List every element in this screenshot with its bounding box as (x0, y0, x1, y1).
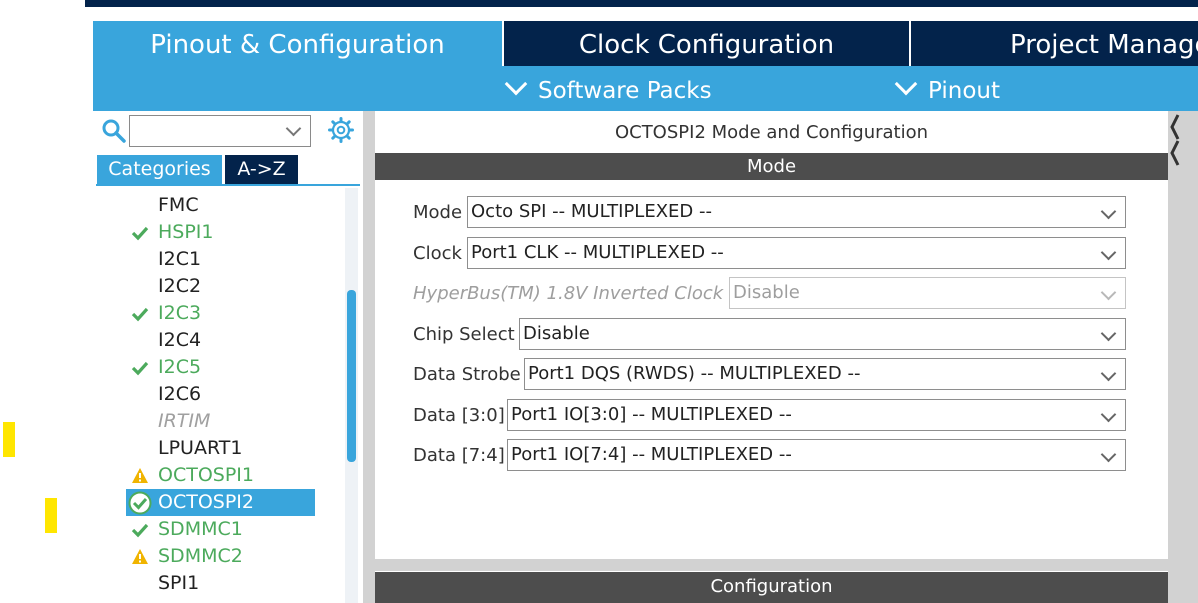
pinout-menu[interactable]: Pinout (894, 72, 1000, 106)
list-item[interactable]: SPI1 (96, 570, 343, 597)
chevron-down-icon (1100, 203, 1117, 220)
list-item[interactable]: FMC (96, 192, 343, 219)
hyperbus-inverted-clock-select: Disable (729, 277, 1126, 309)
data-3-0-select[interactable]: Port1 IO[3:0] -- MULTIPLEXED -- (507, 399, 1126, 431)
chevron-down-icon (1100, 406, 1117, 423)
highlight-marker (3, 422, 15, 457)
clock-select-value: Port1 CLK -- MULTIPLEXED -- (471, 242, 724, 263)
section-gap (375, 559, 1168, 571)
data-strobe-value: Port1 DQS (RWDS) -- MULTIPLEXED -- (528, 363, 861, 384)
check-icon (131, 307, 149, 322)
list-item[interactable]: HSPI1 (96, 219, 343, 246)
chip-select-label: Chip Select (413, 324, 515, 345)
a-to-z-tab-label: A->Z (237, 158, 286, 180)
list-item-label: OCTOSPI1 (158, 464, 254, 486)
list-item[interactable]: SDMMC1 (96, 516, 343, 543)
list-item-label: FMC (158, 194, 199, 216)
list-item-label: I2C1 (158, 248, 202, 270)
mode-section-header[interactable]: Mode (375, 153, 1168, 180)
check-circle-icon (128, 491, 152, 515)
list-item-label: HSPI1 (158, 221, 214, 243)
chip-select-value: Disable (523, 323, 590, 344)
clock-label: Clock (413, 243, 462, 264)
category-list: FDCAN1FMCHSPI1I2C1I2C2I2C3I2C4I2C5I2C6IR… (96, 186, 343, 603)
panel-title: OCTOSPI2 Mode and Configuration (614, 122, 929, 143)
categories-tab-label: Categories (108, 158, 211, 180)
list-item[interactable]: I2C1 (96, 246, 343, 273)
list-item[interactable]: I2C6 (96, 381, 343, 408)
tab-project-label: Project Manage (1010, 30, 1198, 60)
pinout-menu-label: Pinout (928, 78, 1000, 104)
data-strobe-label: Data Strobe (413, 364, 521, 385)
chevron-down-icon (894, 72, 918, 96)
search-icon[interactable] (101, 118, 127, 144)
chevron-down-icon (504, 72, 528, 96)
list-item-label: I2C6 (158, 383, 202, 405)
list-item[interactable]: I2C3 (96, 300, 343, 327)
list-item-label: I2C3 (158, 302, 202, 324)
mode-select[interactable]: Octo SPI -- MULTIPLEXED -- (467, 196, 1126, 228)
header-strip (85, 0, 1198, 7)
data-3-0-value: Port1 IO[3:0] -- MULTIPLEXED -- (511, 404, 792, 425)
chevron-down-icon (1100, 244, 1117, 261)
mode-label: Mode (413, 202, 463, 223)
list-item[interactable]: I2C4 (96, 327, 343, 354)
tab-pinout-configuration[interactable]: Pinout & Configuration (93, 21, 502, 67)
chevron-down-icon (1100, 365, 1117, 382)
data-3-0-label: Data [3:0] (413, 405, 505, 426)
data-7-4-label: Data [7:4] (413, 445, 505, 466)
right-scrollbar[interactable] (1168, 111, 1198, 603)
list-item[interactable]: IRTIM (96, 408, 343, 435)
list-scrollbar-thumb[interactable] (347, 290, 356, 462)
list-item[interactable]: LPUART1 (96, 435, 343, 462)
list-item-label: SPI1 (158, 572, 200, 594)
data-7-4-select[interactable]: Port1 IO[7:4] -- MULTIPLEXED -- (507, 439, 1126, 471)
chip-select-select[interactable]: Disable (519, 318, 1126, 350)
data-7-4-value: Port1 IO[7:4] -- MULTIPLEXED -- (511, 444, 792, 465)
list-item-label: I2C2 (158, 275, 202, 297)
list-item-label: LPUART1 (158, 437, 243, 459)
check-icon (131, 523, 149, 538)
list-item[interactable]: OCTOSPI1 (96, 462, 343, 489)
list-item-label: I2C4 (158, 329, 202, 351)
a-to-z-tab[interactable]: A->Z (225, 155, 298, 184)
list-item[interactable]: SDMMC2 (96, 543, 343, 570)
list-item[interactable]: OCTOSPI2 (126, 489, 315, 516)
check-icon (131, 226, 149, 241)
list-item-label: OCTOSPI2 (158, 491, 254, 513)
tab-clock-configuration[interactable]: Clock Configuration (504, 21, 909, 67)
software-packs-menu[interactable]: Software Packs (504, 72, 712, 106)
mode-select-value: Octo SPI -- MULTIPLEXED -- (471, 201, 712, 222)
chevron-down-icon (1100, 446, 1117, 463)
list-item-label: SDMMC1 (158, 518, 243, 540)
configuration-section-header[interactable]: Configuration (375, 572, 1168, 603)
tab-project-manager[interactable]: Project Manage (911, 21, 1198, 67)
software-packs-label: Software Packs (538, 78, 712, 104)
tab-pinout-label: Pinout & Configuration (150, 30, 445, 60)
panel-divider[interactable] (363, 111, 375, 603)
chevron-down-icon (285, 120, 302, 137)
search-combobox[interactable] (129, 115, 311, 147)
warning-icon (132, 468, 148, 483)
highlight-marker (45, 498, 57, 533)
list-item-label: IRTIM (158, 410, 211, 432)
gear-icon[interactable] (328, 117, 354, 143)
list-item-label: I2C5 (158, 356, 202, 378)
mode-configuration-panel (375, 111, 1168, 603)
chevron-down-icon (1100, 284, 1117, 301)
clock-select[interactable]: Port1 CLK -- MULTIPLEXED -- (467, 237, 1126, 269)
data-strobe-select[interactable]: Port1 DQS (RWDS) -- MULTIPLEXED -- (524, 358, 1126, 390)
check-icon (131, 361, 149, 376)
list-item[interactable]: I2C5 (96, 354, 343, 381)
hyperbus-select-value: Disable (733, 282, 800, 303)
collapse-arrow-icon[interactable] (1168, 111, 1198, 171)
warning-icon (132, 549, 148, 564)
chevron-down-icon (1100, 325, 1117, 342)
list-item[interactable]: I2C2 (96, 273, 343, 300)
hyperbus-inverted-clock-label: HyperBus(TM) 1.8V Inverted Clock (413, 283, 724, 304)
tab-clock-label: Clock Configuration (578, 30, 835, 60)
categories-tab[interactable]: Categories (97, 155, 222, 184)
list-item-label: SDMMC2 (158, 545, 243, 567)
